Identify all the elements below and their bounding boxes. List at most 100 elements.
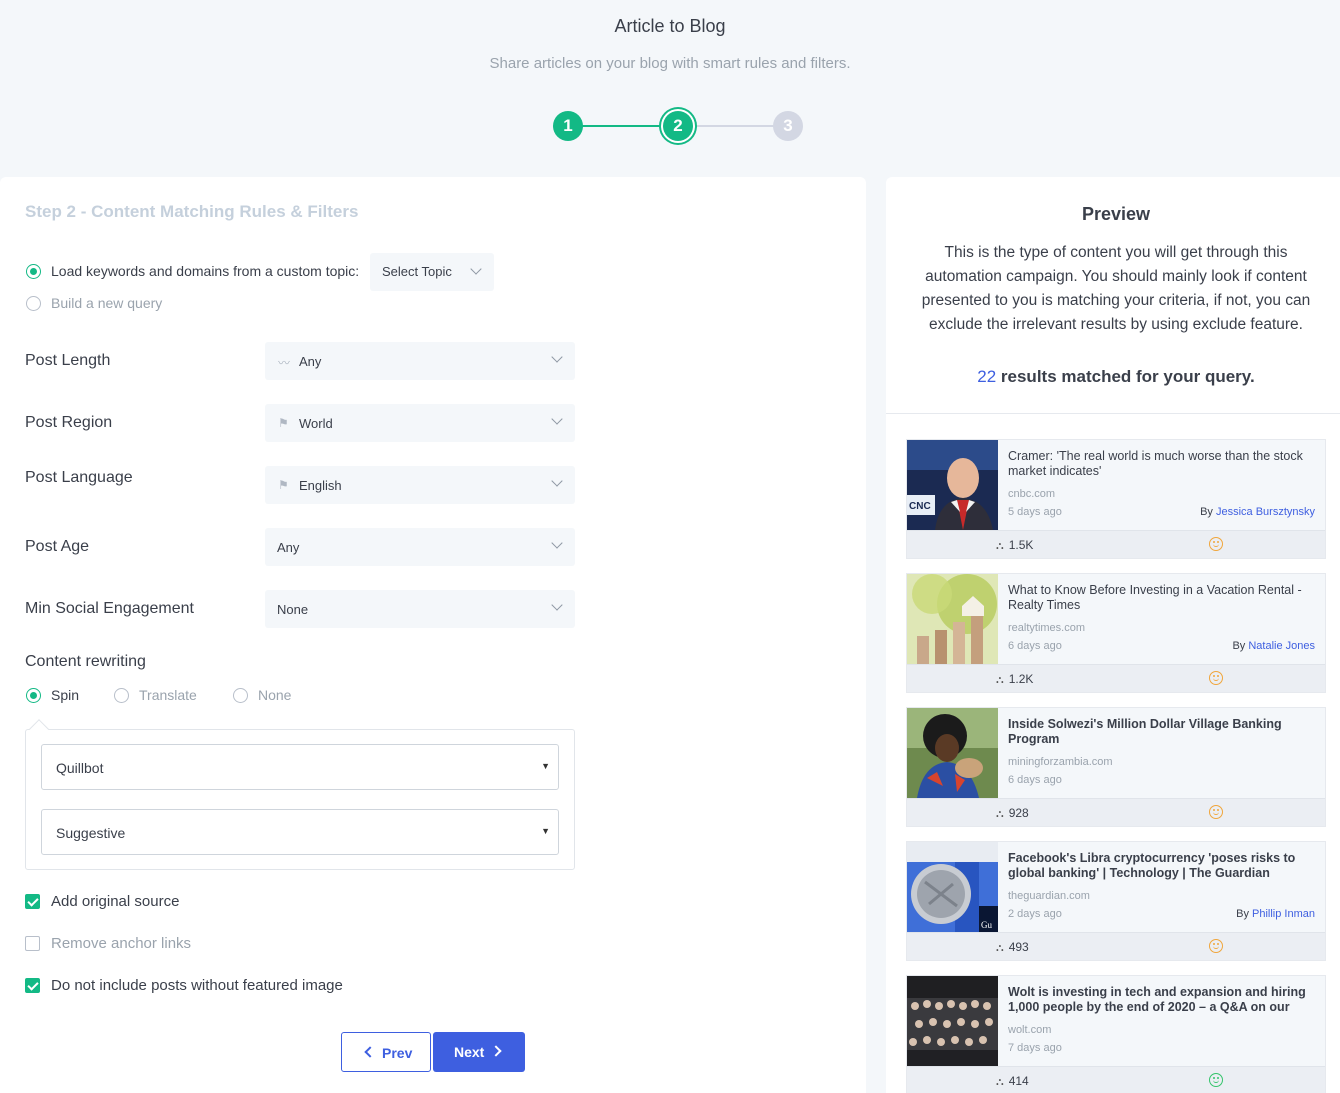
step-title: Step 2 - Content Matching Rules & Filter… <box>25 202 359 221</box>
post-age-value: Any <box>277 540 300 555</box>
post-length-value: Any <box>299 354 322 369</box>
step-2-current[interactable]: 2 <box>663 111 693 141</box>
remove-anchors-label: Remove anchor links <box>51 935 192 952</box>
caret-down-icon: ▼ <box>541 826 550 836</box>
add-source-checkbox[interactable] <box>25 894 40 909</box>
article-card[interactable]: CNC Cramer: 'The real world is much wors… <box>906 439 1326 559</box>
article-author: By Phillip Inman <box>1236 908 1315 920</box>
preview-divider <box>886 413 1340 414</box>
article-thumbnail: Gu <box>907 842 998 932</box>
min-engagement-label: Min Social Engagement <box>25 600 194 617</box>
author-link[interactable]: Phillip Inman <box>1252 908 1315 920</box>
post-language-label: Post Language <box>25 469 133 486</box>
article-footer: ⛬ 1.5K <box>907 530 1325 558</box>
chevron-down-icon <box>551 599 563 611</box>
page-title: Article to Blog <box>614 16 726 36</box>
article-card[interactable]: What to Know Before Investing in a Vacat… <box>906 573 1326 693</box>
article-card[interactable]: Gu Facebook's Libra cryptocurrency 'pose… <box>906 841 1326 961</box>
article-card[interactable]: Wolt is investing in tech and expansion … <box>906 975 1326 1093</box>
add-source-label: Add original source <box>51 893 180 910</box>
post-region-select[interactable]: ⚑ World <box>265 404 575 442</box>
spin-engine-select[interactable]: Quillbot ▼ <box>41 744 559 790</box>
author-link[interactable]: Natalie Jones <box>1248 640 1315 652</box>
rules-form-card: Step 2 - Content Matching Rules & Filter… <box>0 177 866 1093</box>
flag-icon: ⚑ <box>278 478 289 492</box>
article-footer: ⛬ 928 <box>907 798 1325 826</box>
article-shares: ⛬ 1.2K <box>996 672 1033 687</box>
article-author: By Jessica Bursztynsky <box>1200 506 1315 518</box>
preview-description: This is the type of content you will get… <box>921 244 1311 333</box>
prev-button-label: Prev <box>382 1045 413 1061</box>
article-shares: ⛬ 1.5K <box>996 538 1033 553</box>
article-age: 6 days ago <box>1008 640 1062 652</box>
article-card[interactable]: Inside Solwezi's Million Dollar Village … <box>906 707 1326 827</box>
shares-count: 414 <box>1008 1074 1029 1088</box>
article-title[interactable]: Wolt is investing in tech and expansion … <box>1008 985 1320 1015</box>
sentiment-smiley-icon <box>1209 1073 1223 1087</box>
rewrite-translate-label: Translate <box>139 687 197 703</box>
spin-mode-select[interactable]: Suggestive ▼ <box>41 809 559 855</box>
article-thumbnail <box>907 976 998 1066</box>
sentiment-smiley-icon <box>1209 939 1223 953</box>
flag-icon: ⚑ <box>278 416 289 430</box>
post-age-select[interactable]: Any <box>265 528 575 566</box>
article-title[interactable]: Facebook's Libra cryptocurrency 'poses r… <box>1008 851 1320 881</box>
require-image-label: Do not include posts without featured im… <box>51 977 343 994</box>
article-domain: wolt.com <box>1008 1024 1052 1036</box>
article-shares: ⛬ 493 <box>996 940 1029 955</box>
source-query-radio[interactable] <box>26 296 41 311</box>
article-age: 6 days ago <box>1008 774 1062 786</box>
rewrite-none-radio[interactable] <box>233 688 248 703</box>
post-age-label: Post Age <box>25 538 90 555</box>
chevron-down-icon <box>551 351 563 363</box>
post-language-select[interactable]: ⚑ English <box>265 466 575 504</box>
next-button[interactable]: Next <box>433 1032 525 1072</box>
article-title[interactable]: Inside Solwezi's Million Dollar Village … <box>1008 717 1320 747</box>
trend-icon: 〰 <box>278 356 291 370</box>
content-rewriting-label: Content rewriting <box>25 653 146 670</box>
author-prefix: By <box>1232 640 1249 652</box>
sentiment-smiley-icon <box>1209 537 1223 551</box>
article-author: By Natalie Jones <box>1232 640 1315 652</box>
article-domain: cnbc.com <box>1008 488 1056 500</box>
step-1[interactable]: 1 <box>553 111 583 141</box>
shares-count: 493 <box>1008 940 1029 954</box>
remove-anchors-checkbox[interactable] <box>25 936 40 951</box>
post-length-select[interactable]: 〰 Any <box>265 342 575 380</box>
sentiment-smiley-icon <box>1209 671 1223 685</box>
spin-engine-value: Quillbot <box>56 760 104 776</box>
article-title[interactable]: What to Know Before Investing in a Vacat… <box>1008 583 1320 613</box>
article-domain: realtytimes.com <box>1008 622 1086 634</box>
author-prefix: By <box>1236 908 1253 920</box>
article-thumbnail <box>907 708 998 798</box>
spin-mode-value: Suggestive <box>56 825 126 841</box>
article-footer: ⛬ 414 <box>907 1066 1325 1093</box>
topic-select-value: Select Topic <box>382 264 452 279</box>
article-shares: ⛬ 414 <box>996 1074 1029 1089</box>
rewrite-none-label: None <box>258 687 292 703</box>
source-topic-radio[interactable] <box>26 264 41 279</box>
rewrite-translate-radio[interactable] <box>114 688 129 703</box>
shares-count: 928 <box>1008 806 1029 820</box>
step-connector-done <box>581 125 663 127</box>
sentiment-smiley-icon <box>1209 805 1223 819</box>
rewrite-spin-radio[interactable] <box>26 688 41 703</box>
chevron-right-icon <box>490 1045 502 1057</box>
topic-select[interactable]: Select Topic <box>370 253 494 291</box>
network-icon: ⛬ <box>996 1076 1004 1088</box>
article-thumbnail <box>907 574 998 664</box>
results-count: 22 results matched for your query. <box>886 367 1340 387</box>
shares-count: 1.2K <box>1008 672 1034 686</box>
article-footer: ⛬ 1.2K <box>907 664 1325 692</box>
network-icon: ⛬ <box>996 808 1004 820</box>
min-engagement-select[interactable]: None <box>265 590 575 628</box>
step-3[interactable]: 3 <box>773 111 803 141</box>
article-title[interactable]: Cramer: 'The real world is much worse th… <box>1008 449 1320 479</box>
prev-button[interactable]: Prev <box>341 1032 431 1072</box>
results-suffix: results matched for your query. <box>996 367 1255 386</box>
page-subtitle: Share articles on your blog with smart r… <box>489 55 851 72</box>
author-link[interactable]: Jessica Bursztynsky <box>1216 506 1315 518</box>
shares-count: 1.5K <box>1008 538 1034 552</box>
network-icon: ⛬ <box>996 674 1004 686</box>
require-image-checkbox[interactable] <box>25 978 40 993</box>
